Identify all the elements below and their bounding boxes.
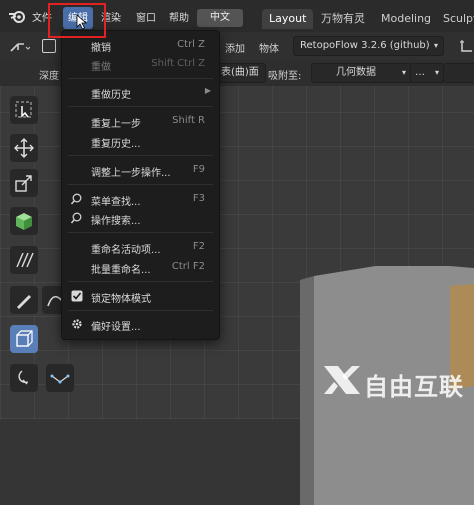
menu-item-label: 锁定物体模式	[91, 294, 151, 305]
watermark-logo: 自由互联	[322, 356, 472, 406]
menu-item-undo-history[interactable]: 重做历史 ▶	[62, 83, 219, 101]
blender-logo-icon[interactable]	[8, 8, 26, 24]
menu-item-shortcut: F2	[192, 241, 205, 252]
tab-layout[interactable]: Layout	[262, 9, 314, 29]
cube-primitive-tool[interactable]	[10, 325, 38, 353]
checkbox-checked-icon[interactable]	[71, 290, 83, 302]
search-icon	[71, 193, 82, 205]
menu-item-label: 批量重命名...	[91, 265, 151, 276]
transform-orientation-icon[interactable]	[8, 38, 30, 54]
menu-item-preferences[interactable]: 偏好设置...	[62, 315, 219, 333]
menu-separator	[68, 232, 213, 233]
tab-wanwuyouling[interactable]: 万物有灵	[314, 9, 372, 29]
menu-item-label: 操作搜索...	[91, 216, 141, 227]
menu-separator	[68, 281, 213, 282]
move-tool[interactable]	[10, 134, 38, 162]
menu-item-operator-search[interactable]: 操作搜索...	[62, 209, 219, 227]
menu-item-redo[interactable]: 重做 Shift Ctrl Z	[62, 55, 219, 73]
lasso-tool[interactable]	[10, 364, 38, 392]
menu-help[interactable]: 帮助	[169, 9, 189, 24]
snap-to-label: 吸附至:	[268, 71, 302, 82]
ellipsis-icon: …	[415, 67, 425, 78]
menu-separator	[68, 106, 213, 107]
object-menu[interactable]: 物体	[259, 40, 279, 55]
cube-outline-icon	[16, 330, 33, 347]
chevron-down-icon: ▾	[434, 68, 439, 77]
edit-dropdown-menu: 撤销 Ctrl Z 重做 Shift Ctrl Z 重做历史 ▶ 重复上一步 S…	[61, 30, 220, 340]
menu-item-shortcut: Shift Ctrl Z	[151, 58, 205, 69]
chevron-down-icon: ▾	[433, 41, 438, 50]
menu-separator	[68, 310, 213, 311]
menu-item-shortcut: F9	[192, 164, 205, 175]
extra-dropdown[interactable]	[443, 63, 474, 83]
add-cube-tool[interactable]	[10, 207, 38, 235]
menu-item-label: 偏好设置...	[91, 322, 141, 333]
highlight-annotation-box	[48, 3, 106, 38]
scale-icon	[15, 175, 32, 192]
menu-separator	[68, 78, 213, 79]
surface-dropdown[interactable]: 表(曲)面	[216, 63, 266, 83]
submenu-arrow-icon: ▶	[204, 86, 211, 95]
snap-options-dropdown[interactable]: … ▾	[410, 63, 444, 83]
language-button[interactable]: 中文	[197, 9, 243, 27]
snap-target-label: 几何数据	[336, 67, 376, 78]
menu-item-label: 重做历史	[91, 90, 131, 101]
watermark-text: 自由互联	[364, 373, 464, 401]
menu-window[interactable]: 窗口	[136, 9, 156, 24]
scale-tool[interactable]	[10, 169, 38, 197]
select-box-icon	[15, 101, 32, 118]
menu-item-menu-search[interactable]: 菜单查找... F3	[62, 190, 219, 208]
draw-tool[interactable]	[10, 286, 38, 314]
tab-modeling[interactable]: Modeling	[374, 9, 438, 29]
menu-item-label: 调整上一步操作...	[91, 168, 171, 179]
menu-item-label: 撤销	[91, 43, 111, 54]
chevron-down-icon: ▾	[401, 68, 406, 77]
menu-separator	[68, 155, 213, 156]
menu-item-lock-object-mode[interactable]: 锁定物体模式	[62, 287, 219, 305]
hatch-lines-icon	[16, 252, 34, 268]
annotate-tool[interactable]	[10, 246, 38, 274]
gear-icon	[72, 319, 82, 329]
menu-item-rename-active[interactable]: 重命名活动项... F2	[62, 238, 219, 256]
menu-item-shortcut: Shift R	[172, 115, 205, 126]
search-icon	[71, 212, 82, 224]
menu-item-label: 重做	[91, 62, 111, 73]
depth-label: 深度	[39, 71, 59, 82]
menu-item-adjust-last[interactable]: 调整上一步操作... F9	[62, 161, 219, 179]
menu-item-shortcut: Ctrl F2	[171, 261, 205, 272]
menu-item-label: 重复上一步	[91, 119, 141, 130]
menu-item-batch-rename[interactable]: 批量重命名... Ctrl F2	[62, 258, 219, 276]
menu-item-label: 菜单查找...	[91, 197, 141, 208]
menu-separator	[68, 184, 213, 185]
retopoflow-dropdown[interactable]: RetopoFlow 3.2.6 (github) ▾	[293, 36, 444, 56]
cube-add-icon	[16, 213, 32, 230]
pen-icon	[17, 295, 31, 309]
lasso-icon	[18, 370, 29, 385]
menu-item-label: 重复历史...	[91, 139, 141, 150]
vertex-dots-icon	[50, 374, 70, 384]
x-logo-icon	[324, 366, 360, 394]
vertex-tool[interactable]	[46, 364, 74, 392]
tab-sculpt[interactable]: Sculpt	[436, 9, 474, 29]
menu-item-repeat-last[interactable]: 重复上一步 Shift R	[62, 112, 219, 130]
menu-item-label: 重命名活动项...	[91, 245, 161, 256]
select-mode-icon[interactable]	[42, 39, 56, 53]
menu-item-shortcut: F3	[192, 193, 205, 204]
snap-target-dropdown[interactable]: 几何数据 ▾	[311, 63, 412, 83]
menu-item-repeat-history[interactable]: 重复历史...	[62, 132, 219, 150]
add-menu[interactable]: 添加	[225, 40, 245, 55]
select-box-tool[interactable]	[10, 96, 38, 124]
snap-corner-icon[interactable]	[460, 38, 474, 54]
surface-dropdown-label: 表(曲)面	[221, 67, 259, 78]
menu-item-shortcut: Ctrl Z	[177, 39, 205, 50]
menu-item-undo[interactable]: 撤销 Ctrl Z	[62, 36, 219, 54]
move-arrows-icon	[14, 138, 34, 158]
retopoflow-dropdown-label: RetopoFlow 3.2.6 (github)	[300, 40, 430, 51]
